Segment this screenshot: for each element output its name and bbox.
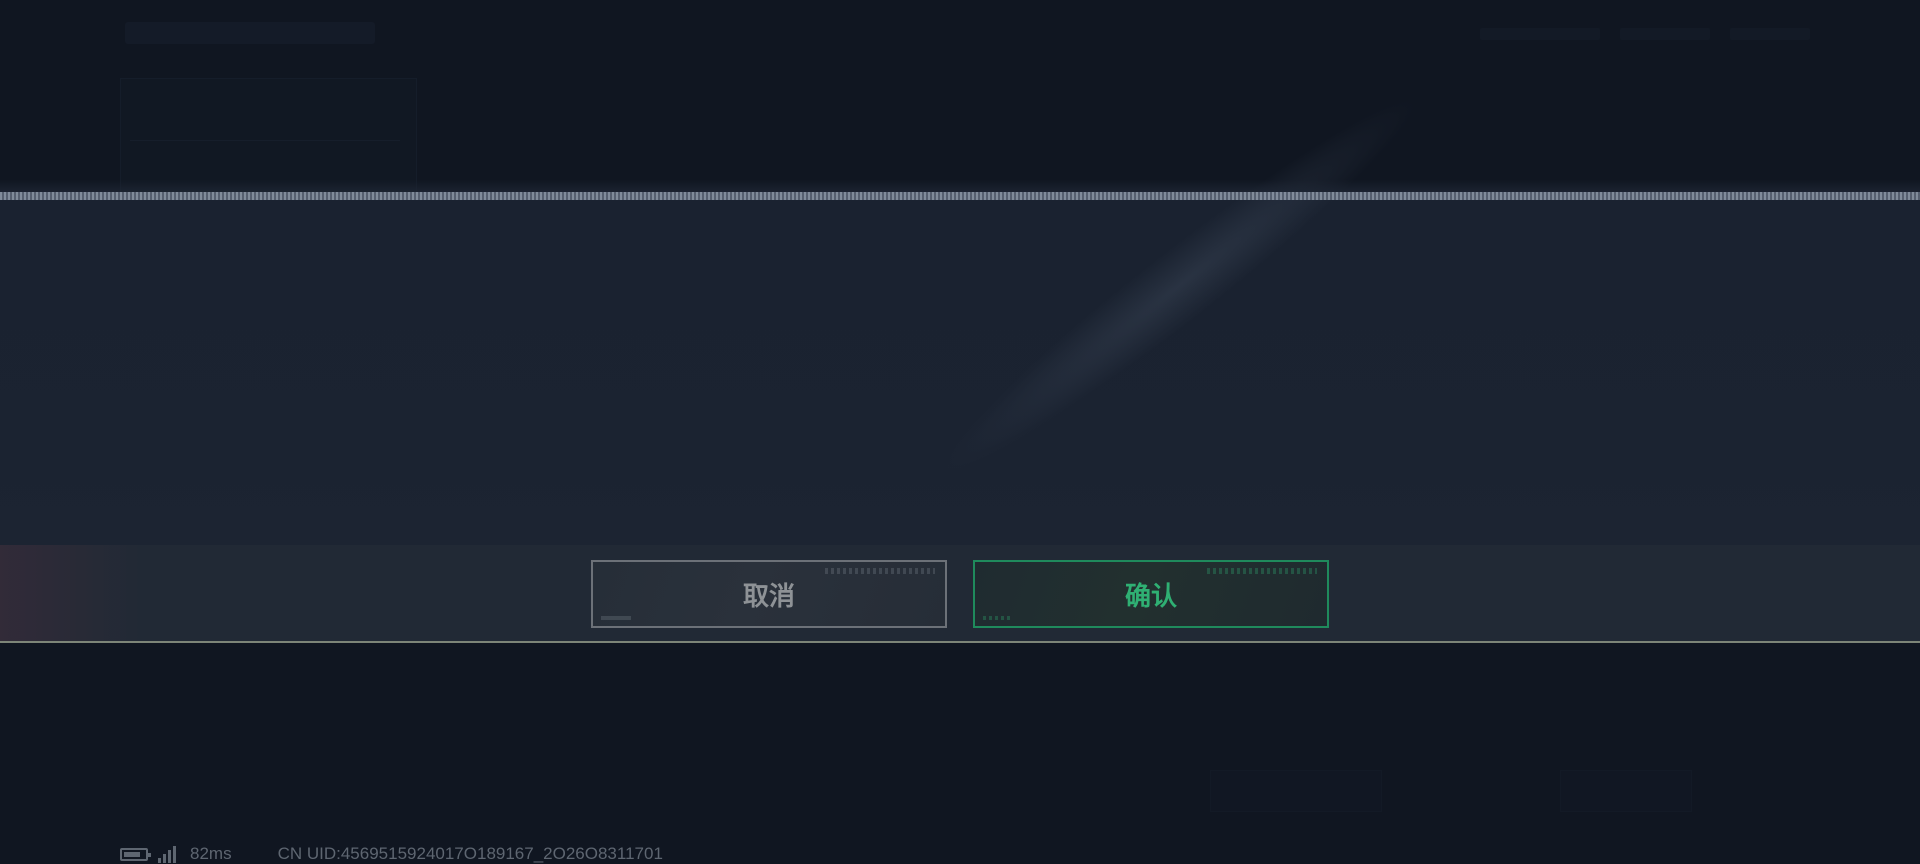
button-decoration (825, 568, 935, 574)
ping-value: 82ms (190, 844, 232, 863)
cancel-button-label: 取消 (742, 580, 795, 611)
button-decoration (1207, 568, 1317, 574)
dialog-bottom-border (0, 641, 1920, 643)
background-topbar-item (1620, 28, 1710, 40)
background-topbar-item (1480, 28, 1600, 40)
status-bar: 82ms CN UID:4569515924017O189167_2O26O83… (120, 844, 663, 863)
button-decoration (983, 616, 1013, 620)
background-bottom-button (1210, 770, 1382, 812)
confirm-button[interactable]: 确认 (973, 560, 1329, 628)
player-uid: CN UID:4569515924017O189167_2O26O8311701 (277, 844, 663, 863)
background-bottom-button (1560, 770, 1692, 812)
background-panel-divider (130, 140, 400, 141)
background-title (125, 22, 375, 44)
dialog-button-bar-glow (0, 545, 140, 642)
signal-icon (158, 845, 178, 863)
button-decoration (601, 616, 631, 620)
dialog-top-shadow (0, 180, 1920, 192)
battery-icon (120, 847, 151, 861)
dialog-button-bar (0, 545, 1920, 642)
background-topbar-item (1730, 28, 1810, 40)
confirm-button-label: 确认 (1124, 580, 1177, 611)
cancel-button[interactable]: 取消 (591, 560, 947, 628)
dialog-top-border (0, 192, 1920, 200)
game-screen: 取消 确认 82ms CN UID:4569515924017O189167_2… (0, 0, 1920, 864)
